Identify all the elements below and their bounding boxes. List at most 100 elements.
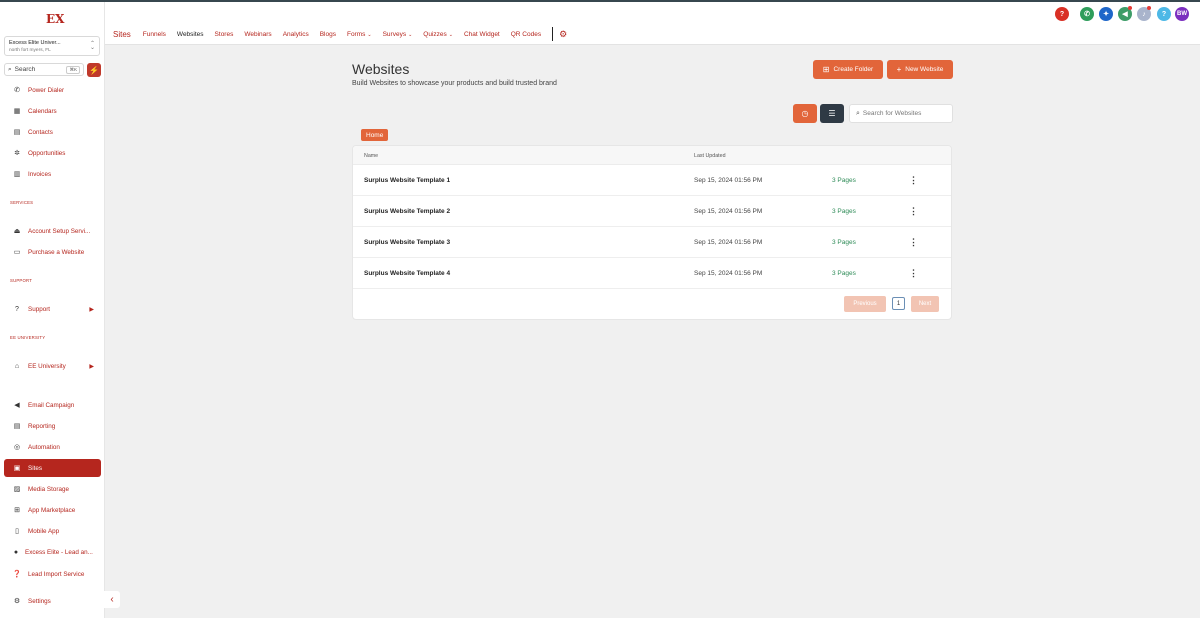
tab-qr-codes[interactable]: QR Codes <box>511 31 541 38</box>
section-label-university: EE UNIVERSITY <box>10 335 46 340</box>
page-count[interactable]: 3 Pages <box>832 227 856 258</box>
website-name[interactable]: Surplus Website Template 2 <box>364 196 450 227</box>
sidebar-item-label: Reporting <box>28 422 56 430</box>
next-page-button[interactable]: Next <box>911 296 939 312</box>
quick-action-icon[interactable]: ⚡ <box>87 63 101 77</box>
automation-icon: ◎ <box>13 444 21 451</box>
sidebar-search[interactable]: ⌕ Search ⌘K <box>4 63 84 76</box>
megaphone-icon: ◀ <box>14 402 20 409</box>
sidebar-item-label: Mobile App <box>28 527 60 535</box>
collapse-sidebar-icon[interactable]: ‹ <box>104 591 120 608</box>
page-count[interactable]: 3 Pages <box>832 165 856 196</box>
sidebar-item-label: Excess Elite - Lead an... <box>25 548 93 556</box>
sidebar-item-label: Purchase a Website <box>28 248 85 256</box>
tab-webinars[interactable]: Webinars <box>244 31 271 38</box>
sidebar-item-label: Opportunities <box>28 149 66 157</box>
sidebar-item-reporting[interactable]: ▤ Reporting <box>4 417 101 435</box>
new-website-button[interactable]: + New Website <box>887 60 953 79</box>
avatar[interactable]: BW <box>1175 7 1189 21</box>
chevron-down-icon: ⌄ <box>448 31 453 38</box>
monitor-icon: ▭ <box>13 249 21 256</box>
page-count[interactable]: 3 Pages <box>832 258 856 289</box>
sidebar-item-calendars[interactable]: ▦ Calendars <box>4 102 101 120</box>
media-icon: ▨ <box>13 486 21 493</box>
more-options-icon[interactable]: ⋮ <box>909 196 918 227</box>
university-icon: ⌂ <box>14 362 20 370</box>
sidebar-item-ee-university[interactable]: ⌂ EE University ▶ <box>4 357 101 375</box>
tab-surveys[interactable]: Surveys ⌄ <box>383 31 413 38</box>
recent-view-button[interactable]: ◷ <box>793 104 817 123</box>
sidebar-item-contacts[interactable]: ▤ Contacts <box>4 123 101 141</box>
clock-icon: ◷ <box>801 109 809 118</box>
tab-quizzes[interactable]: Quizzes ⌄ <box>423 31 453 38</box>
sidebar-item-mobile-app[interactable]: ▯ Mobile App <box>4 522 101 540</box>
question-icon[interactable]: ? <box>1157 7 1171 21</box>
tab-stores[interactable]: Stores <box>215 31 234 38</box>
website-name[interactable]: Surplus Website Template 4 <box>364 258 450 289</box>
setup-icon: ⏏ <box>13 228 21 235</box>
sidebar-item-automation[interactable]: ◎ Automation <box>4 438 101 456</box>
assistant-icon[interactable]: ✦ <box>1099 7 1113 21</box>
table-row[interactable]: Surplus Website Template 3 Sep 15, 2024 … <box>353 227 951 258</box>
sidebar-item-label: Calendars <box>28 107 57 115</box>
sidebar-item-label: EE University <box>28 362 66 370</box>
breadcrumb-home[interactable]: Home <box>361 129 389 141</box>
tab-chat-widget[interactable]: Chat Widget <box>464 31 500 38</box>
list-view-button[interactable]: ☰ <box>820 104 844 123</box>
sidebar-item-lead-import[interactable]: ❓ Lead Import Service <box>4 565 101 583</box>
website-name[interactable]: Surplus Website Template 1 <box>364 165 450 196</box>
more-options-icon[interactable]: ⋮ <box>909 165 918 196</box>
website-name[interactable]: Surplus Website Template 3 <box>364 227 450 258</box>
sidebar-item-lead-service[interactable]: ● Excess Elite - Lead an... <box>4 543 101 561</box>
sidebar-item-media-storage[interactable]: ▨ Media Storage <box>4 480 101 498</box>
caret-right-icon: ▶ <box>89 306 94 313</box>
more-options-icon[interactable]: ⋮ <box>909 227 918 258</box>
calendar-icon: ▦ <box>13 108 21 115</box>
sidebar-item-settings[interactable]: ⚙ Settings <box>4 592 101 610</box>
sidebar-item-opportunities[interactable]: ✲ Opportunities <box>4 144 101 162</box>
website-search-input[interactable]: ⌕ Search for Websites <box>849 104 953 123</box>
notification-dot <box>1147 6 1151 10</box>
page-number-button[interactable]: 1 <box>892 297 905 310</box>
sidebar-item-app-marketplace[interactable]: ⊞ App Marketplace <box>4 501 101 519</box>
sidebar-item-invoices[interactable]: ▥ Invoices <box>4 165 101 183</box>
sidebar-item-label: Invoices <box>28 170 52 178</box>
sidebar-item-sites[interactable]: ▣ Sites <box>4 459 101 477</box>
tab-funnels[interactable]: Funnels <box>143 31 166 38</box>
more-options-icon[interactable]: ⋮ <box>909 258 918 289</box>
create-folder-button[interactable]: ⊞ Create Folder <box>813 60 883 79</box>
tab-analytics[interactable]: Analytics <box>283 31 309 38</box>
phone-icon[interactable]: ✆ <box>1080 7 1094 21</box>
websites-table: Name Last Updated Surplus Website Templa… <box>352 145 952 320</box>
column-header-last-updated[interactable]: Last Updated <box>694 146 726 165</box>
account-switcher[interactable]: Excess Elite Univer... north fort myers,… <box>4 36 100 56</box>
sidebar-item-power-dialer[interactable]: ✆ Power Dialer <box>4 81 101 99</box>
gear-icon[interactable]: ⚙ <box>559 29 567 40</box>
sidebar-item-purchase-website[interactable]: ▭ Purchase a Website <box>4 243 101 261</box>
sidebar-item-account-setup[interactable]: ⏏ Account Setup Servi... <box>4 222 101 240</box>
gear-icon: ⚙ <box>13 598 21 605</box>
contacts-icon: ▤ <box>13 129 21 136</box>
sidebar-item-label: Power Dialer <box>28 86 65 94</box>
sites-topnav: Sites Funnels Websites Stores Webinars A… <box>105 24 1200 45</box>
page-count[interactable]: 3 Pages <box>832 196 856 227</box>
tab-blogs[interactable]: Blogs <box>320 31 336 38</box>
header-bar: ? ✆ ✦ ◀ ♪ ? BW <box>105 2 1200 24</box>
account-location: north fort myers, FL <box>9 48 51 53</box>
sidebar-item-support[interactable]: ? Support ▶ <box>4 300 101 318</box>
tab-forms[interactable]: Forms ⌄ <box>347 31 372 38</box>
table-row[interactable]: Surplus Website Template 1 Sep 15, 2024 … <box>353 165 951 196</box>
folder-plus-icon: ⊞ <box>822 65 830 74</box>
caret-right-icon: ▶ <box>89 363 94 370</box>
sidebar: EX Excess Elite Univer... north fort mye… <box>0 2 105 618</box>
section-label-support: SUPPORT <box>10 278 33 283</box>
previous-page-button[interactable]: Previous <box>844 296 886 312</box>
table-row[interactable]: Surplus Website Template 2 Sep 15, 2024 … <box>353 196 951 227</box>
tab-websites[interactable]: Websites <box>177 31 204 38</box>
table-row[interactable]: Surplus Website Template 4 Sep 15, 2024 … <box>353 258 951 289</box>
sidebar-item-email-campaign[interactable]: ◀ Email Campaign <box>4 396 101 414</box>
brand-logo[interactable]: EX <box>46 12 64 26</box>
search-icon: ⌕ <box>8 65 12 73</box>
help-icon[interactable]: ? <box>1055 7 1069 21</box>
column-header-name[interactable]: Name <box>364 146 378 165</box>
